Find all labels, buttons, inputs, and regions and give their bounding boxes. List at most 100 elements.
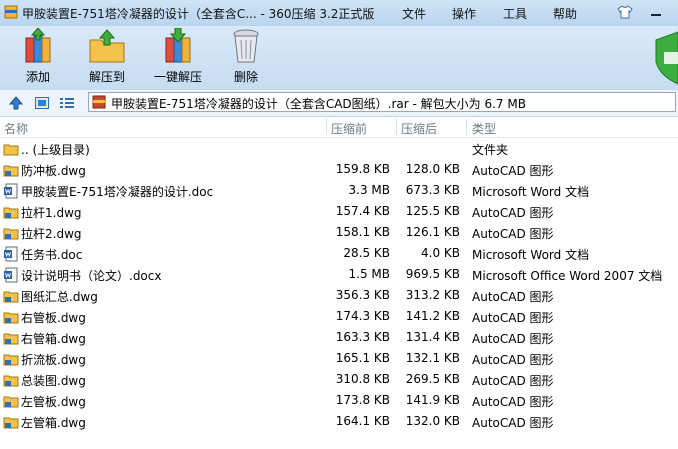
file-packed-size: 141.9 KB bbox=[405, 393, 460, 407]
file-packed-size: 673.3 KB bbox=[405, 183, 460, 197]
word-file-icon bbox=[4, 267, 18, 283]
dwg-file-icon bbox=[3, 165, 19, 177]
file-name: 拉杆2.dwg bbox=[21, 227, 82, 241]
file-type: AutoCAD 图形 bbox=[472, 395, 554, 409]
file-name: 右管板.dwg bbox=[21, 311, 86, 325]
file-size: 1.5 MB bbox=[348, 267, 390, 281]
file-name: 甲胺装置E-751塔冷凝器的设计.doc bbox=[21, 185, 214, 199]
file-packed-size: 969.5 KB bbox=[405, 267, 460, 281]
file-type: AutoCAD 图形 bbox=[472, 416, 554, 430]
address-bar-row: 甲胺装置E-751塔冷凝器的设计（全套含CAD图纸）.rar - 解包大小为 6… bbox=[0, 90, 678, 117]
table-row[interactable]: 设计说明书（论文）.docx 1.5 MB 969.5 KB Microsoft… bbox=[0, 264, 678, 285]
word-file-icon bbox=[4, 246, 18, 262]
column-type-header[interactable]: 类型 bbox=[472, 120, 496, 137]
table-row[interactable]: .. (上级目录) 文件夹 bbox=[0, 138, 678, 159]
file-packed-size: 313.2 KB bbox=[405, 288, 460, 302]
file-size: 28.5 KB bbox=[343, 246, 390, 260]
file-name: 左管板.dwg bbox=[21, 395, 86, 409]
word-file-icon bbox=[4, 183, 18, 199]
thumbnail-view-icon[interactable] bbox=[34, 95, 50, 111]
rar-archive-icon bbox=[92, 95, 106, 109]
file-size: 163.3 KB bbox=[335, 330, 390, 344]
menu-help[interactable]: 帮助 bbox=[553, 5, 577, 22]
table-row[interactable]: 右管箱.dwg 163.3 KB 131.4 KB AutoCAD 图形 bbox=[0, 327, 678, 348]
file-type: AutoCAD 图形 bbox=[472, 332, 554, 346]
file-type: Microsoft Word 文档 bbox=[472, 185, 590, 199]
extract-folder-icon bbox=[89, 29, 125, 63]
extract-to-label: 解压到 bbox=[88, 70, 125, 84]
file-name: 防冲板.dwg bbox=[21, 164, 86, 178]
file-type: AutoCAD 图形 bbox=[472, 227, 554, 241]
one-click-extract-icon bbox=[165, 28, 191, 63]
dwg-file-icon bbox=[3, 333, 19, 345]
dwg-file-icon bbox=[3, 207, 19, 219]
file-size: 164.1 KB bbox=[335, 414, 390, 428]
column-divider[interactable] bbox=[466, 119, 467, 135]
file-packed-size: 4.0 KB bbox=[421, 246, 460, 260]
security-guard-icon[interactable] bbox=[650, 26, 678, 90]
menu-file[interactable]: 文件 bbox=[402, 5, 426, 22]
dwg-file-icon bbox=[3, 312, 19, 324]
column-divider[interactable] bbox=[396, 119, 397, 135]
file-name: 图纸汇总.dwg bbox=[21, 290, 98, 304]
file-packed-size: 126.1 KB bbox=[405, 225, 460, 239]
toolbar: 添加 解压到 一键解压 删除 bbox=[0, 26, 678, 90]
delete-button[interactable]: 删除 bbox=[226, 28, 266, 88]
file-name: 左管箱.dwg bbox=[21, 416, 86, 430]
column-name-header[interactable]: 名称 bbox=[4, 120, 28, 137]
address-field[interactable]: 甲胺装置E-751塔冷凝器的设计（全套含CAD图纸）.rar - 解包大小为 6… bbox=[88, 92, 676, 112]
file-name: .. (上级目录) bbox=[21, 143, 90, 157]
menu-operation[interactable]: 操作 bbox=[452, 5, 476, 22]
file-type: 文件夹 bbox=[472, 143, 509, 157]
table-row[interactable]: 左管板.dwg 173.8 KB 141.9 KB AutoCAD 图形 bbox=[0, 390, 678, 411]
file-packed-size: 131.4 KB bbox=[405, 330, 460, 344]
skin-shirt-icon[interactable] bbox=[617, 4, 633, 20]
file-type: AutoCAD 图形 bbox=[472, 374, 554, 388]
menu-tools[interactable]: 工具 bbox=[503, 5, 527, 22]
file-type: AutoCAD 图形 bbox=[472, 311, 554, 325]
table-row[interactable]: 右管板.dwg 174.3 KB 141.2 KB AutoCAD 图形 bbox=[0, 306, 678, 327]
minimize-icon[interactable] bbox=[650, 6, 662, 18]
list-view-icon[interactable] bbox=[59, 95, 75, 111]
file-type: AutoCAD 图形 bbox=[472, 290, 554, 304]
add-label: 添加 bbox=[25, 70, 50, 84]
column-divider[interactable] bbox=[326, 119, 327, 135]
file-packed-size: 141.2 KB bbox=[405, 309, 460, 323]
table-row[interactable]: 总装图.dwg 310.8 KB 269.5 KB AutoCAD 图形 bbox=[0, 369, 678, 390]
delete-label: 删除 bbox=[233, 70, 258, 84]
file-size: 158.1 KB bbox=[335, 225, 390, 239]
one-click-extract-label: 一键解压 bbox=[153, 70, 202, 84]
file-name: 右管箱.dwg bbox=[21, 332, 86, 346]
table-row[interactable]: 拉杆2.dwg 158.1 KB 126.1 KB AutoCAD 图形 bbox=[0, 222, 678, 243]
file-packed-size: 125.5 KB bbox=[405, 204, 460, 218]
file-name: 任务书.doc bbox=[21, 248, 83, 262]
add-button[interactable]: 添加 bbox=[14, 28, 62, 88]
column-packed-header[interactable]: 压缩后 bbox=[401, 120, 437, 137]
file-name: 拉杆1.dwg bbox=[21, 206, 82, 220]
table-row[interactable]: 任务书.doc 28.5 KB 4.0 KB Microsoft Word 文档 bbox=[0, 243, 678, 264]
table-row[interactable]: 防冲板.dwg 159.8 KB 128.0 KB AutoCAD 图形 bbox=[0, 159, 678, 180]
table-row[interactable]: 拉杆1.dwg 157.4 KB 125.5 KB AutoCAD 图形 bbox=[0, 201, 678, 222]
table-row[interactable]: 左管箱.dwg 164.1 KB 132.0 KB AutoCAD 图形 bbox=[0, 411, 678, 432]
column-size-header[interactable]: 压缩前 bbox=[331, 120, 367, 137]
dwg-file-icon bbox=[3, 417, 19, 429]
dwg-file-icon bbox=[3, 291, 19, 303]
extract-to-button[interactable]: 解压到 bbox=[82, 28, 132, 88]
window-title: 甲胺装置E-751塔冷凝器的设计（全套含C... - 360压缩 3.2正式版 bbox=[22, 7, 375, 21]
one-click-extract-button[interactable]: 一键解压 bbox=[150, 28, 206, 88]
file-type: AutoCAD 图形 bbox=[472, 206, 554, 220]
dwg-file-icon bbox=[3, 228, 19, 240]
add-books-icon bbox=[25, 28, 51, 63]
file-type: AutoCAD 图形 bbox=[472, 353, 554, 367]
file-packed-size: 269.5 KB bbox=[405, 372, 460, 386]
table-row[interactable]: 甲胺装置E-751塔冷凝器的设计.doc 3.3 MB 673.3 KB Mic… bbox=[0, 180, 678, 201]
table-row[interactable]: 折流板.dwg 165.1 KB 132.1 KB AutoCAD 图形 bbox=[0, 348, 678, 369]
file-size: 3.3 MB bbox=[348, 183, 390, 197]
trash-can-icon bbox=[233, 29, 259, 63]
title-bar: 甲胺装置E-751塔冷凝器的设计（全套含C... - 360压缩 3.2正式版 … bbox=[0, 0, 678, 26]
dwg-file-icon bbox=[3, 354, 19, 366]
up-arrow-icon[interactable] bbox=[8, 95, 24, 111]
file-type: Microsoft Word 文档 bbox=[472, 248, 590, 262]
table-row[interactable]: 图纸汇总.dwg 356.3 KB 313.2 KB AutoCAD 图形 bbox=[0, 285, 678, 306]
file-packed-size: 132.1 KB bbox=[405, 351, 460, 365]
